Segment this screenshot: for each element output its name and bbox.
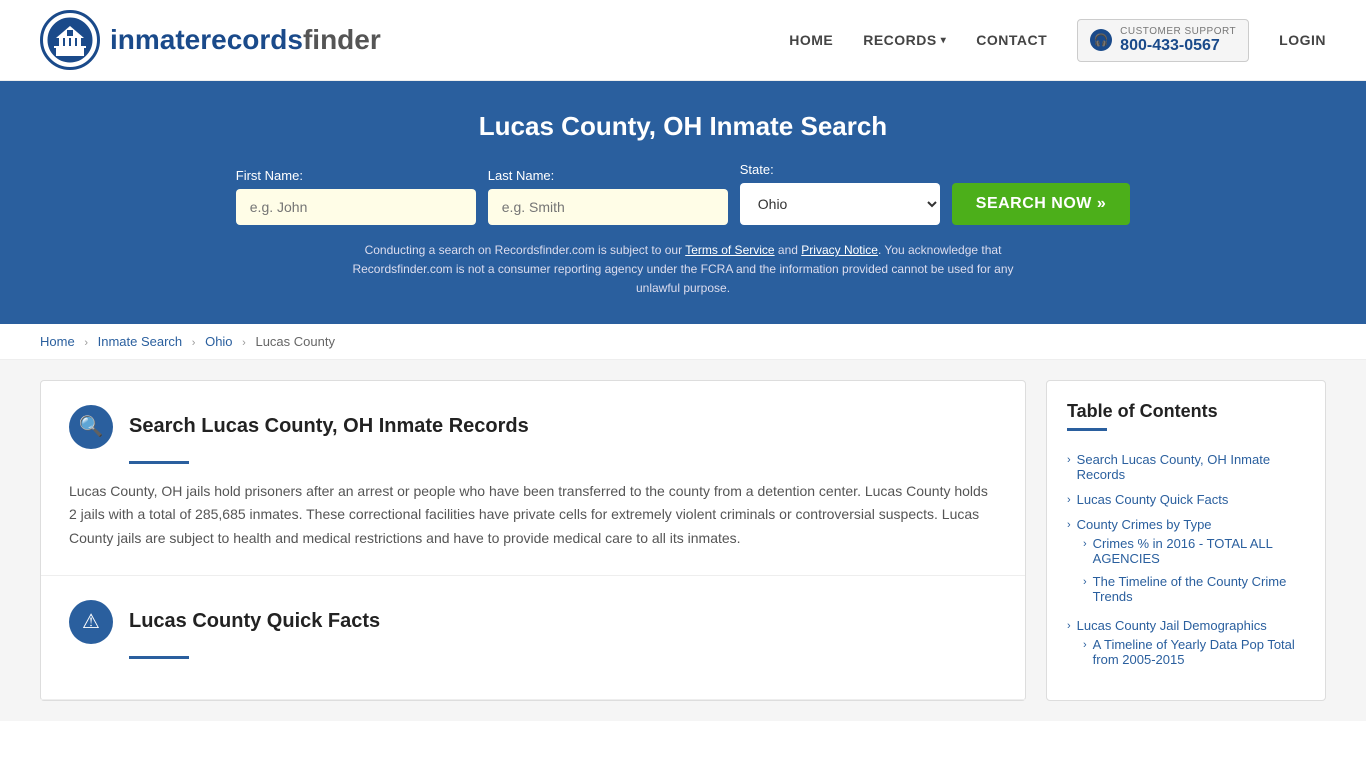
breadcrumb-inmate-search[interactable]: Inmate Search — [98, 334, 183, 349]
section-underline-1 — [129, 461, 189, 464]
toc-item-timeline-pop: › A Timeline of Yearly Data Pop Total fr… — [1083, 633, 1305, 671]
toc-item-quick-facts: › Lucas County Quick Facts — [1067, 487, 1305, 512]
state-group: State: Ohio Alabama Alaska Arizona Arkan… — [740, 162, 940, 225]
first-name-label: First Name: — [236, 168, 476, 183]
nav-records[interactable]: RECORDS ▾ — [863, 32, 946, 48]
section-search-records-title: Search Lucas County, OH Inmate Records — [129, 415, 529, 438]
main-nav: HOME RECORDS ▾ CONTACT 🎧 CUSTOMER SUPPOR… — [789, 19, 1326, 62]
breadcrumb-sep-2: › — [192, 337, 196, 349]
logo-icon — [40, 10, 100, 70]
nav-contact[interactable]: CONTACT — [976, 32, 1047, 48]
tos-link[interactable]: Terms of Service — [685, 243, 774, 257]
toc-chevron-sub-1: › — [1083, 538, 1087, 550]
toc-chevron-sub-2: › — [1083, 576, 1087, 588]
toc-chevron-4: › — [1067, 620, 1071, 632]
section-search-records-text: Lucas County, OH jails hold prisoners af… — [69, 480, 997, 551]
toc-sub-crimes: › Crimes % in 2016 - TOTAL ALL AGENCIES … — [1083, 532, 1305, 608]
alert-circle-icon: ⚠ — [69, 600, 113, 644]
section-quick-facts-title: Lucas County Quick Facts — [129, 610, 380, 633]
toc-link-timeline-pop[interactable]: › A Timeline of Yearly Data Pop Total fr… — [1083, 637, 1305, 667]
state-label: State: — [740, 162, 940, 177]
toc-item-crimes-2016: › Crimes % in 2016 - TOTAL ALL AGENCIES — [1083, 532, 1305, 570]
disclaimer-text: Conducting a search on Recordsfinder.com… — [333, 241, 1033, 299]
support-box: 🎧 CUSTOMER SUPPORT 800-433-0567 — [1077, 19, 1249, 62]
support-label: CUSTOMER SUPPORT — [1120, 26, 1236, 37]
search-now-button[interactable]: SEARCH NOW » — [952, 183, 1130, 225]
toc-item-search: › Search Lucas County, OH Inmate Records — [1067, 447, 1305, 487]
state-select[interactable]: Ohio Alabama Alaska Arizona Arkansas Cal… — [740, 183, 940, 225]
login-button[interactable]: LOGIN — [1279, 32, 1326, 48]
support-number: 800-433-0567 — [1120, 37, 1236, 55]
search-circle-icon: 🔍 — [69, 405, 113, 449]
toc-title: Table of Contents — [1067, 401, 1305, 422]
logo-text: inmaterecordsfinder — [110, 24, 381, 56]
breadcrumb-sep-1: › — [84, 337, 88, 349]
toc-chevron-2: › — [1067, 494, 1071, 506]
section-search-records: 🔍 Search Lucas County, OH Inmate Records… — [41, 381, 1025, 576]
breadcrumb-lucas-county: Lucas County — [255, 334, 335, 349]
breadcrumb: Home › Inmate Search › Ohio › Lucas Coun… — [0, 324, 1366, 360]
breadcrumb-home[interactable]: Home — [40, 334, 75, 349]
privacy-link[interactable]: Privacy Notice — [801, 243, 878, 257]
content-left: 🔍 Search Lucas County, OH Inmate Records… — [40, 380, 1026, 701]
last-name-input[interactable] — [488, 189, 728, 225]
support-text: CUSTOMER SUPPORT 800-433-0567 — [1120, 26, 1236, 55]
section-quick-facts: ⚠ Lucas County Quick Facts — [41, 576, 1025, 700]
search-hero: Lucas County, OH Inmate Search First Nam… — [0, 81, 1366, 324]
toc-item-timeline-trends: › The Timeline of the County Crime Trend… — [1083, 570, 1305, 608]
breadcrumb-ohio[interactable]: Ohio — [205, 334, 232, 349]
table-of-contents: Table of Contents › Search Lucas County,… — [1046, 380, 1326, 701]
first-name-input[interactable] — [236, 189, 476, 225]
toc-link-crimes-by-type[interactable]: › County Crimes by Type — [1067, 517, 1305, 532]
toc-list: › Search Lucas County, OH Inmate Records… — [1067, 447, 1305, 676]
toc-link-demographics[interactable]: › Lucas County Jail Demographics — [1067, 618, 1305, 633]
hero-title: Lucas County, OH Inmate Search — [40, 111, 1326, 142]
toc-link-search[interactable]: › Search Lucas County, OH Inmate Records — [1067, 452, 1305, 482]
nav-home[interactable]: HOME — [789, 32, 833, 48]
toc-item-crimes-by-type: › County Crimes by Type › Crimes % in 20… — [1067, 512, 1305, 613]
breadcrumb-sep-3: › — [242, 337, 246, 349]
logo-area: inmaterecordsfinder — [40, 10, 381, 70]
records-chevron-icon: ▾ — [941, 35, 947, 46]
toc-sub-demographics: › A Timeline of Yearly Data Pop Total fr… — [1083, 633, 1305, 671]
headset-icon: 🎧 — [1090, 29, 1112, 51]
search-form: First Name: Last Name: State: Ohio Alaba… — [40, 162, 1326, 225]
last-name-label: Last Name: — [488, 168, 728, 183]
toc-link-crimes-2016[interactable]: › Crimes % in 2016 - TOTAL ALL AGENCIES — [1083, 536, 1305, 566]
toc-link-quick-facts[interactable]: › Lucas County Quick Facts — [1067, 492, 1305, 507]
first-name-group: First Name: — [236, 168, 476, 225]
toc-underline — [1067, 428, 1107, 431]
site-header: inmaterecordsfinder HOME RECORDS ▾ CONTA… — [0, 0, 1366, 81]
toc-item-demographics: › Lucas County Jail Demographics › A Tim… — [1067, 613, 1305, 676]
section-underline-2 — [129, 656, 189, 659]
toc-chevron-sub-3: › — [1083, 639, 1087, 651]
section-search-records-header: 🔍 Search Lucas County, OH Inmate Records — [69, 405, 997, 449]
main-content: 🔍 Search Lucas County, OH Inmate Records… — [0, 360, 1366, 721]
section-quick-facts-header: ⚠ Lucas County Quick Facts — [69, 600, 997, 644]
toc-chevron-3: › — [1067, 519, 1071, 531]
toc-link-timeline-trends[interactable]: › The Timeline of the County Crime Trend… — [1083, 574, 1305, 604]
toc-chevron-1: › — [1067, 454, 1071, 466]
last-name-group: Last Name: — [488, 168, 728, 225]
